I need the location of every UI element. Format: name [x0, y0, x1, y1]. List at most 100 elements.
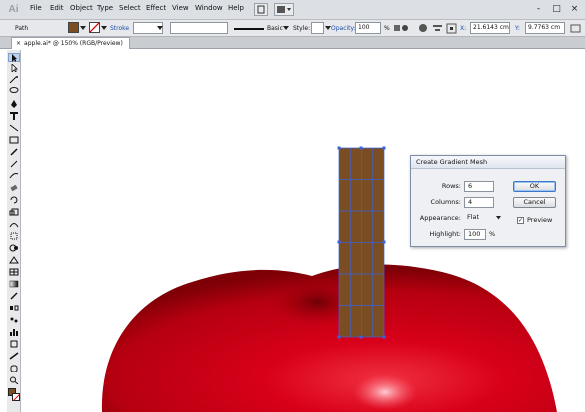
- menu-help[interactable]: Help: [228, 4, 244, 16]
- menu-type[interactable]: Type: [97, 4, 113, 16]
- direct-selection-tool[interactable]: [8, 63, 20, 73]
- bridge-button[interactable]: [254, 3, 268, 16]
- chevron-down-icon[interactable]: [80, 25, 86, 31]
- menu-file[interactable]: File: [30, 4, 42, 16]
- rows-input[interactable]: 6: [464, 181, 494, 192]
- pen-icon: [11, 100, 17, 108]
- selection-tool[interactable]: [8, 53, 20, 62]
- apple-highlight: [353, 374, 417, 410]
- hand-tool[interactable]: [8, 364, 20, 373]
- brush-label[interactable]: Basic: [267, 23, 283, 34]
- illustrator-logo: Ai: [8, 4, 19, 15]
- pen-tool[interactable]: [8, 100, 20, 109]
- stem-mesh[interactable]: [337, 146, 386, 339]
- align-icon[interactable]: [432, 23, 443, 34]
- stroke-label[interactable]: Stroke: [110, 23, 129, 34]
- cancel-button[interactable]: Cancel: [513, 197, 556, 208]
- lasso-tool[interactable]: [8, 87, 20, 96]
- close-button[interactable]: ×: [567, 3, 582, 15]
- line-segment-tool[interactable]: [8, 124, 20, 133]
- menu-edit[interactable]: Edit: [50, 4, 64, 16]
- opacity-label[interactable]: Opacity:: [331, 23, 356, 34]
- close-tab-icon[interactable]: ×: [16, 40, 21, 47]
- type-tool[interactable]: [8, 112, 20, 121]
- selection-arrow-icon: [12, 54, 17, 62]
- rectangle-icon: [9, 136, 19, 144]
- gradient-icon: [9, 280, 19, 288]
- dialog-title[interactable]: Create Gradient Mesh: [411, 156, 565, 169]
- document-tab[interactable]: × apple.ai* @ 150% (RGB/Preview): [11, 37, 130, 49]
- document-tab-bar: × apple.ai* @ 150% (RGB/Preview): [0, 37, 585, 49]
- reference-point-icon[interactable]: [446, 23, 457, 34]
- chevron-down-icon[interactable]: [283, 25, 289, 31]
- menu-object[interactable]: Object: [70, 4, 93, 16]
- highlight-input[interactable]: 100: [464, 229, 486, 240]
- menu-select[interactable]: Select: [119, 4, 141, 16]
- column-graph-tool[interactable]: [8, 328, 20, 337]
- chevron-down-icon[interactable]: [157, 25, 163, 31]
- scale-tool[interactable]: [8, 208, 20, 217]
- columns-input[interactable]: 4: [464, 197, 494, 208]
- isolate-group-icon[interactable]: [418, 23, 429, 34]
- bridge-icon: [257, 5, 265, 14]
- eyedropper-tool[interactable]: [8, 292, 20, 301]
- appearance-select[interactable]: Flat: [464, 213, 504, 224]
- minimize-button[interactable]: -: [531, 3, 546, 15]
- chevron-down-icon[interactable]: [101, 25, 107, 31]
- rectangle-tool[interactable]: [8, 136, 20, 145]
- brush-stroke-preview: [234, 28, 264, 30]
- pencil-tool[interactable]: [8, 160, 20, 169]
- gradient-tool[interactable]: [8, 280, 20, 289]
- maximize-button[interactable]: □: [549, 3, 564, 15]
- blob-brush-tool[interactable]: [8, 172, 20, 181]
- graphic-style-swatch[interactable]: [311, 22, 324, 34]
- eraser-tool[interactable]: [8, 184, 20, 193]
- variable-width-profile-field[interactable]: [170, 22, 228, 34]
- y-label[interactable]: Y:: [515, 23, 520, 34]
- shape-builder-tool[interactable]: [8, 244, 20, 253]
- symbol-sprayer-tool[interactable]: [8, 316, 20, 325]
- perspective-grid-tool[interactable]: [8, 256, 20, 265]
- ok-button[interactable]: OK: [513, 181, 556, 192]
- artboard-tool[interactable]: [8, 340, 20, 349]
- no-stroke-icon: [89, 22, 100, 33]
- fill-color-swatch[interactable]: [68, 22, 79, 33]
- control-bar: Path Stroke Basic Style: Opacity: 100 % …: [0, 20, 585, 37]
- arrange-documents-button[interactable]: [274, 3, 294, 16]
- warp-tool[interactable]: [8, 220, 20, 229]
- x-position-field[interactable]: 21.6143 cm: [470, 22, 510, 34]
- zoom-icon: [10, 376, 19, 385]
- menu-view[interactable]: View: [172, 4, 189, 16]
- eraser-icon: [10, 184, 18, 192]
- blend-icon: [10, 305, 19, 311]
- x-label[interactable]: X:: [460, 23, 466, 34]
- blob-brush-icon: [9, 173, 19, 179]
- recolor-artwork-icon[interactable]: [393, 23, 413, 34]
- rotate-icon: [10, 196, 18, 204]
- preview-label[interactable]: Preview: [527, 216, 552, 224]
- transform-panel-icon[interactable]: [570, 23, 582, 34]
- slice-tool[interactable]: [8, 352, 20, 361]
- mesh-tool[interactable]: [8, 268, 20, 277]
- scale-icon: [9, 208, 19, 216]
- y-position-field[interactable]: 9.7763 cm: [525, 22, 565, 34]
- rotate-tool[interactable]: [8, 196, 20, 205]
- appearance-label: Appearance:: [419, 214, 461, 222]
- opacity-field[interactable]: 100: [355, 22, 381, 34]
- opacity-unit: %: [384, 25, 390, 32]
- hand-icon: [10, 365, 18, 373]
- rows-label: Rows:: [441, 182, 461, 190]
- warp-icon: [9, 223, 19, 228]
- menu-window[interactable]: Window: [195, 4, 223, 16]
- free-transform-tool[interactable]: [8, 232, 20, 241]
- illustrator-window: Ai File Edit Object Type Select Effect V…: [0, 0, 585, 412]
- preview-checkbox[interactable]: ✓: [517, 217, 524, 224]
- type-icon: [10, 112, 18, 120]
- menu-effect[interactable]: Effect: [146, 4, 166, 16]
- zoom-tool[interactable]: [8, 376, 20, 385]
- stroke-swatch[interactable]: [12, 393, 20, 401]
- blend-tool[interactable]: [8, 304, 20, 313]
- stroke-color-swatch[interactable]: [89, 22, 100, 33]
- magic-wand-tool[interactable]: [8, 76, 20, 85]
- paintbrush-tool[interactable]: [8, 148, 20, 157]
